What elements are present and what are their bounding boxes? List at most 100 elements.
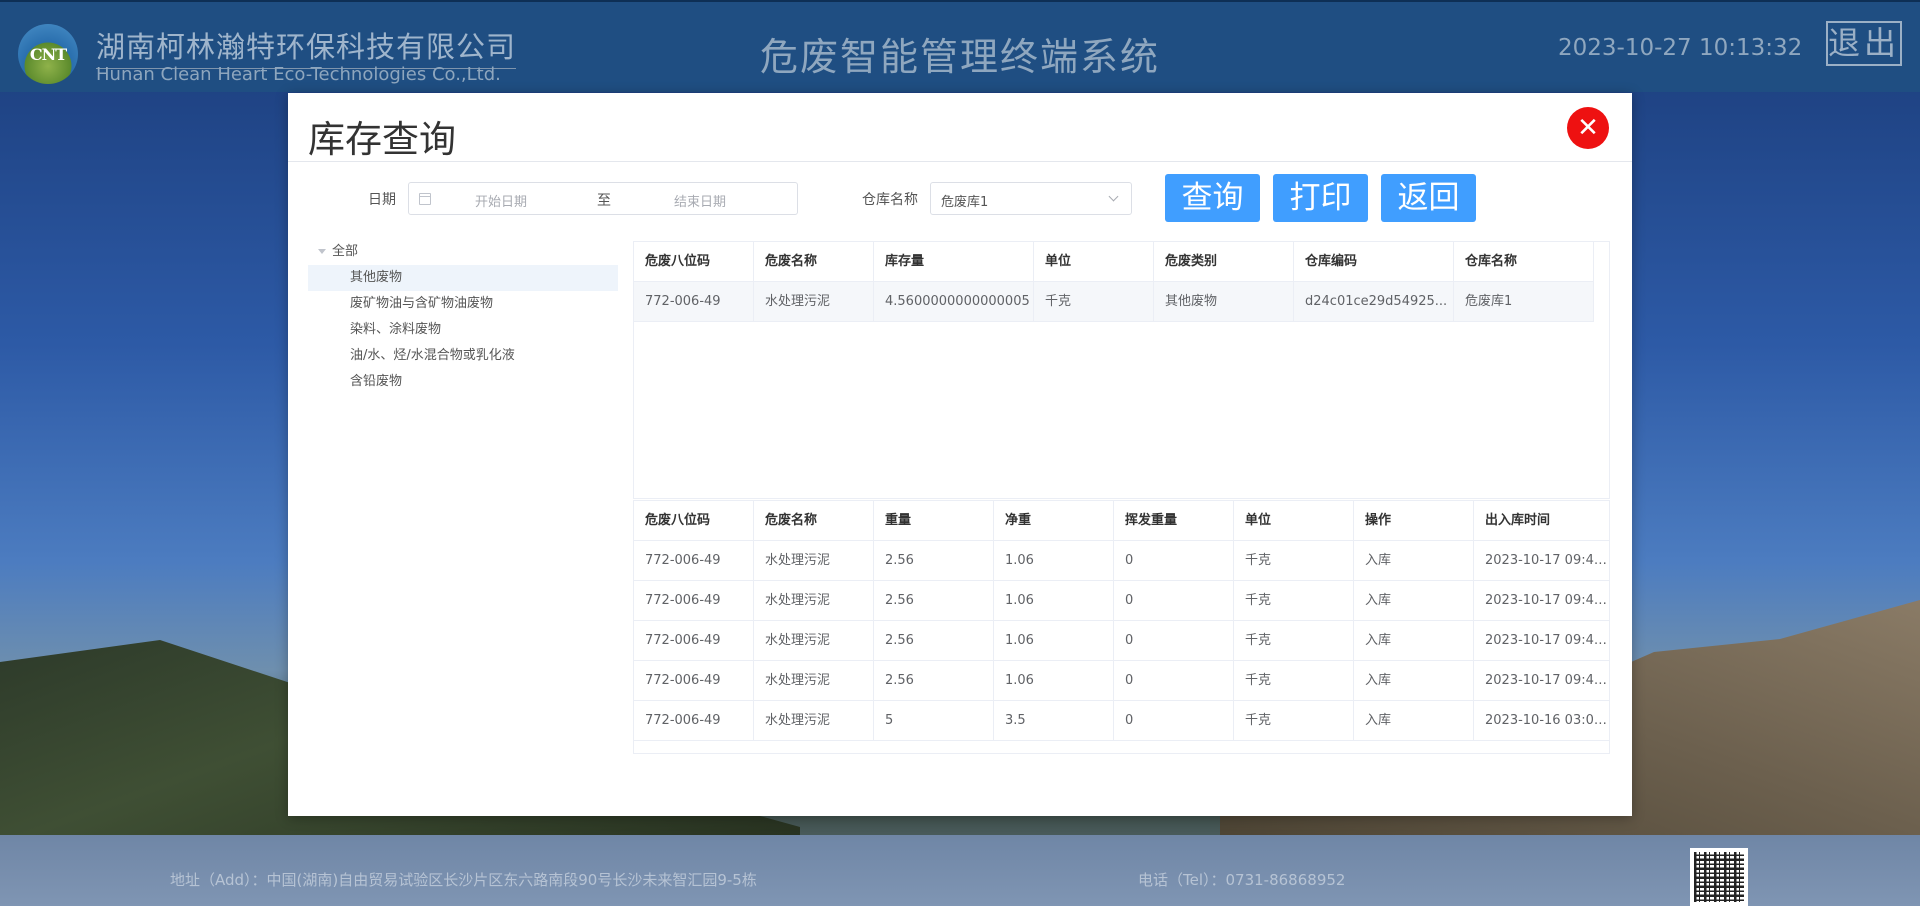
table-cell: 2.56 — [874, 621, 994, 660]
column-header: 仓库编码 — [1294, 242, 1454, 281]
column-header: 单位 — [1034, 242, 1154, 281]
column-header: 重量 — [874, 501, 994, 540]
warehouse-select-value: 危废库1 — [941, 195, 989, 210]
table-header-row: 危废八位码 危废名称 重量 净重 挥发重量 单位 操作 出入库时间 — [634, 501, 1609, 541]
tree-root-all[interactable]: 全部 — [308, 239, 618, 265]
column-header: 净重 — [994, 501, 1114, 540]
column-header: 仓库名称 — [1454, 242, 1594, 281]
table-cell: 1.06 — [994, 581, 1114, 620]
dialog-title: 库存查询 — [308, 118, 456, 161]
table-cell: 水处理污泥 — [754, 581, 874, 620]
table-cell: 入库 — [1354, 541, 1474, 580]
current-datetime: 2023-10-27 10:13:32 — [1558, 35, 1803, 61]
warehouse-select[interactable]: 危废库1 — [930, 182, 1132, 215]
table-cell: 其他废物 — [1154, 282, 1294, 321]
column-header: 单位 — [1234, 501, 1354, 540]
table-cell: 千克 — [1234, 581, 1354, 620]
qr-code-image — [1690, 848, 1748, 906]
column-header: 危废八位码 — [634, 501, 754, 540]
table-row[interactable]: 772-006-49 水处理污泥 2.56 1.06 0 千克 入库 2023-… — [634, 541, 1609, 581]
table-cell: 千克 — [1234, 701, 1354, 740]
tree-item[interactable]: 染料、涂料废物 — [308, 317, 618, 343]
record-table: 危废八位码 危废名称 重量 净重 挥发重量 单位 操作 出入库时间 772-00… — [633, 500, 1610, 754]
table-cell: 入库 — [1354, 661, 1474, 700]
table-cell: 水处理污泥 — [754, 621, 874, 660]
table-cell: 千克 — [1234, 541, 1354, 580]
warehouse-label: 仓库名称 — [862, 192, 918, 208]
table-cell: 0 — [1114, 581, 1234, 620]
table-cell: 2023-10-17 09:47:39 — [1485, 673, 1610, 688]
table-cell: 千克 — [1234, 621, 1354, 660]
table-cell: 水处理污泥 — [754, 701, 874, 740]
table-cell: 0 — [1114, 621, 1234, 660]
table-cell: 1.06 — [994, 661, 1114, 700]
calendar-icon — [419, 193, 431, 205]
table-cell: 772-006-49 — [634, 701, 754, 740]
column-header: 挥发重量 — [1114, 501, 1234, 540]
query-button[interactable]: 查询 — [1165, 174, 1260, 222]
table-cell: 2023-10-17 09:47:39 — [1485, 633, 1610, 648]
table-cell: 2.56 — [874, 581, 994, 620]
column-header: 出入库时间 — [1485, 513, 1551, 528]
column-header: 危废八位码 — [634, 242, 754, 281]
back-button[interactable]: 返回 — [1381, 174, 1476, 222]
table-row[interactable]: 772-006-49 水处理污泥 5 3.5 0 千克 入库 2023-10-1… — [634, 701, 1609, 741]
date-range-picker[interactable]: 开始日期 至 结束日期 — [408, 182, 798, 215]
close-button[interactable]: ✕ — [1567, 107, 1609, 149]
column-header: 危废类别 — [1154, 242, 1294, 281]
table-cell: 危废库1 — [1454, 282, 1594, 321]
top-header: CNT 湖南柯林瀚特环保科技有限公司 Hunan Clean Heart Eco… — [0, 0, 1920, 92]
table-cell: 0 — [1114, 541, 1234, 580]
column-header: 操作 — [1354, 501, 1474, 540]
logout-button[interactable]: 退出 — [1826, 21, 1902, 66]
column-header: 危废名称 — [754, 242, 874, 281]
table-row[interactable]: 772-006-49 水处理污泥 2.56 1.06 0 千克 入库 2023-… — [634, 621, 1609, 661]
print-button[interactable]: 打印 — [1273, 174, 1368, 222]
column-header: 危废名称 — [754, 501, 874, 540]
table-cell: 2.56 — [874, 661, 994, 700]
table-cell: 5 — [874, 701, 994, 740]
table-cell: d24c01ce29d54925... — [1294, 282, 1454, 321]
table-cell: 水处理污泥 — [754, 282, 874, 321]
dialog-divider — [288, 161, 1632, 162]
table-cell: 772-006-49 — [634, 581, 754, 620]
chevron-down-icon — [1108, 191, 1119, 202]
table-cell: 3.5 — [994, 701, 1114, 740]
inventory-table: 危废八位码 危废名称 库存量 单位 危废类别 仓库编码 仓库名称 772-006… — [633, 241, 1610, 499]
caret-down-icon — [318, 249, 326, 254]
table-cell: 入库 — [1354, 701, 1474, 740]
table-cell: 2023-10-16 03:01:02 — [1485, 713, 1610, 728]
inventory-query-dialog: 库存查询 ✕ 日期 开始日期 至 结束日期 仓库名称 危废库1 查询 打印 返回… — [288, 93, 1632, 816]
tree-item[interactable]: 含铅废物 — [308, 369, 618, 395]
tree-item[interactable]: 废矿物油与含矿物油废物 — [308, 291, 618, 317]
table-cell: 千克 — [1034, 282, 1154, 321]
table-cell: 水处理污泥 — [754, 661, 874, 700]
table-cell: 2.56 — [874, 541, 994, 580]
table-row[interactable]: 772-006-49 水处理污泥 4.5600000000000005 千克 其… — [634, 282, 1594, 322]
table-header-row: 危废八位码 危废名称 库存量 单位 危废类别 仓库编码 仓库名称 — [634, 242, 1594, 282]
category-tree: 全部 其他废物 废矿物油与含矿物油废物 染料、涂料废物 油/水、烃/水混合物或乳… — [308, 239, 618, 395]
date-range-separator: 至 — [597, 193, 611, 209]
table-cell: 1.06 — [994, 621, 1114, 660]
table-row[interactable]: 772-006-49 水处理污泥 2.56 1.06 0 千克 入库 2023-… — [634, 661, 1609, 701]
footer-address: 地址（Add）：中国(湖南)自由贸易试验区长沙片区东六路南段90号长沙未来智汇园… — [170, 871, 757, 889]
table-row[interactable]: 772-006-49 水处理污泥 2.56 1.06 0 千克 入库 2023-… — [634, 581, 1609, 621]
tree-item[interactable]: 其他废物 — [308, 265, 618, 291]
end-date-input[interactable]: 结束日期 — [674, 191, 726, 210]
table-cell: 1.06 — [994, 541, 1114, 580]
table-cell: 2023-10-17 09:47:39 — [1485, 553, 1610, 568]
table-cell: 入库 — [1354, 621, 1474, 660]
table-cell: 千克 — [1234, 661, 1354, 700]
table-cell: 入库 — [1354, 581, 1474, 620]
tree-root-label: 全部 — [332, 244, 359, 259]
date-label: 日期 — [368, 192, 396, 208]
table-cell: 772-006-49 — [634, 661, 754, 700]
footer-phone: 电话（Tel）：0731-86868952 — [1138, 871, 1346, 889]
table-cell: 0 — [1114, 701, 1234, 740]
tree-item[interactable]: 油/水、烃/水混合物或乳化液 — [308, 343, 618, 369]
table-cell: 0 — [1114, 661, 1234, 700]
table-cell: 772-006-49 — [634, 621, 754, 660]
table-cell: 水处理污泥 — [754, 541, 874, 580]
start-date-input[interactable]: 开始日期 — [475, 191, 527, 210]
table-cell: 772-006-49 — [634, 541, 754, 580]
